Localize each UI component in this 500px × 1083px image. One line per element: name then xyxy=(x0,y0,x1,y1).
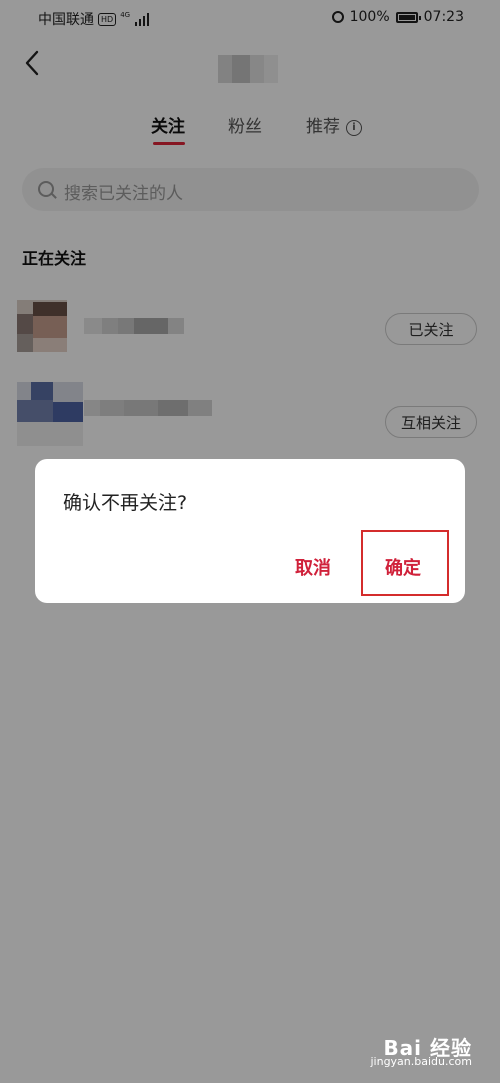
confirm-button-label: 确定 xyxy=(385,558,421,579)
baidu-jingyan-watermark: Bai 经验 jingyan.baidu.com xyxy=(370,1036,472,1069)
dialog-message: 确认不再关注? xyxy=(63,492,188,514)
cancel-button[interactable]: 取消 xyxy=(295,554,331,580)
watermark-url: jingyan.baidu.com xyxy=(370,1055,472,1068)
watermark-logo: Bai 经验 xyxy=(383,1036,472,1060)
unfollow-confirm-dialog: 确认不再关注? 取消 确定 xyxy=(35,459,465,603)
confirm-button[interactable]: 确定 xyxy=(361,530,449,596)
